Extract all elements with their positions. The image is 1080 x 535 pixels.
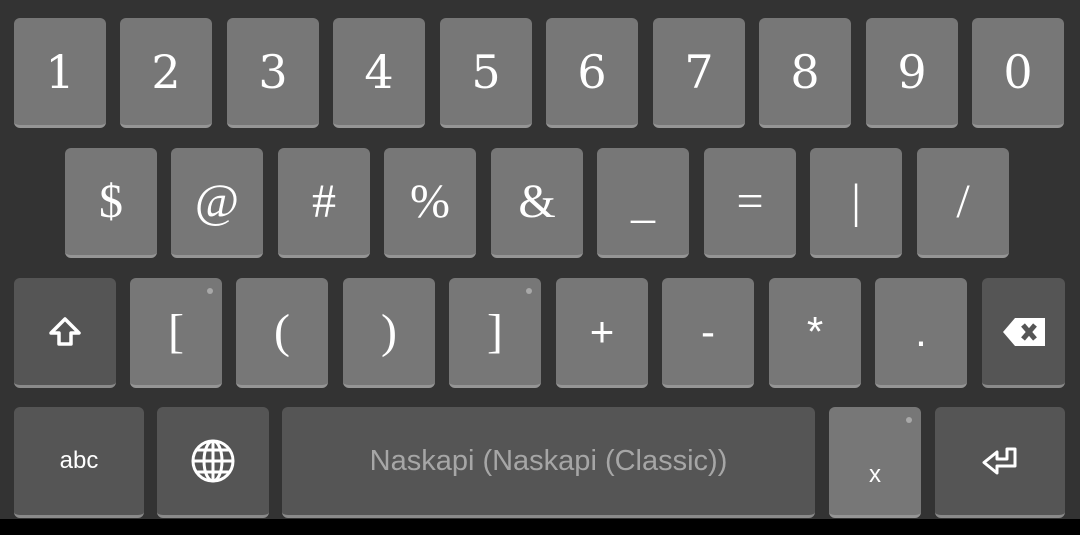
key-symbol-1[interactable]: @	[171, 148, 263, 258]
abc-key[interactable]: abc	[14, 407, 144, 518]
key-third-1-label: (	[274, 305, 290, 358]
key-3-label: 3	[258, 44, 288, 99]
key-symbol-8[interactable]: /	[917, 148, 1009, 258]
key-third-2-label: )	[381, 305, 397, 358]
key-7[interactable]: 7	[653, 18, 745, 128]
key-third-5[interactable]: -	[662, 278, 754, 388]
key-third-0[interactable]: [	[130, 278, 222, 388]
key-symbol-2[interactable]: #	[278, 148, 370, 258]
x-key-label: x	[869, 461, 881, 488]
key-third-3-label: ]	[487, 305, 503, 358]
key-symbol-2-label: #	[312, 175, 336, 228]
key-2-label: 2	[151, 44, 181, 99]
x-key[interactable]: x	[829, 407, 921, 518]
popup-indicator	[906, 417, 912, 423]
key-third-6[interactable]: *	[769, 278, 861, 388]
space-bar[interactable]: Naskapi (Naskapi (Classic))	[282, 407, 815, 518]
key-symbol-1-label: @	[194, 175, 240, 228]
language-key[interactable]	[157, 407, 269, 518]
backspace-icon	[1002, 317, 1045, 346]
popup-indicator	[207, 288, 213, 294]
key-third-5-label: -	[701, 307, 715, 355]
key-8-label: 8	[790, 44, 820, 99]
enter-icon	[982, 447, 1017, 475]
key-9-label: 9	[897, 44, 927, 99]
key-1[interactable]: 1	[14, 18, 106, 128]
key-symbol-0-label: $	[99, 175, 123, 228]
popup-indicator	[526, 288, 532, 294]
key-5-label: 5	[471, 44, 501, 99]
key-third-6-label: *	[806, 307, 824, 355]
key-symbol-7[interactable]: |	[810, 148, 902, 258]
key-symbol-5-label: _	[631, 175, 655, 228]
key-0-label: 0	[1003, 44, 1033, 99]
key-third-3[interactable]: ]	[449, 278, 541, 388]
key-symbol-4-label: &	[518, 175, 556, 228]
key-5[interactable]: 5	[440, 18, 532, 128]
key-symbol-7-label: |	[851, 175, 861, 228]
key-0[interactable]: 0	[972, 18, 1064, 128]
key-2[interactable]: 2	[120, 18, 212, 128]
key-7-label: 7	[684, 44, 714, 99]
key-third-7-label: .	[915, 307, 927, 355]
key-symbol-4[interactable]: &	[491, 148, 583, 258]
key-9[interactable]: 9	[866, 18, 958, 128]
key-third-7[interactable]: .	[875, 278, 967, 388]
key-1-label: 1	[45, 44, 75, 99]
globe-icon	[191, 439, 235, 483]
keyboard: 1 2 3 4 5 6 7 8 9 0 $ @ #% & _ = | / [ ()] + - *. abc Naskap…	[0, 0, 1080, 519]
key-third-1[interactable]: (	[236, 278, 328, 388]
key-6-label: 6	[577, 44, 607, 99]
enter-key[interactable]	[935, 407, 1065, 518]
key-4-label: 4	[364, 44, 394, 99]
backspace-key[interactable]	[982, 278, 1065, 388]
key-symbol-6[interactable]: =	[704, 148, 796, 258]
key-third-0-label: [	[168, 305, 184, 358]
key-symbol-8-label: /	[956, 175, 970, 228]
key-third-4-label: +	[589, 307, 615, 355]
key-3[interactable]: 3	[227, 18, 319, 128]
shift-key[interactable]	[14, 278, 116, 388]
key-symbol-3[interactable]: %	[384, 148, 476, 258]
key-8[interactable]: 8	[759, 18, 851, 128]
key-symbol-3-label: %	[410, 175, 450, 228]
key-symbol-0[interactable]: $	[65, 148, 157, 258]
key-symbol-5[interactable]: _	[597, 148, 689, 258]
key-symbol-6-label: =	[736, 175, 764, 228]
key-third-2[interactable]: )	[343, 278, 435, 388]
key-4[interactable]: 4	[333, 18, 425, 128]
key-third-4[interactable]: +	[556, 278, 648, 388]
shift-icon	[49, 316, 81, 346]
key-6[interactable]: 6	[546, 18, 638, 128]
